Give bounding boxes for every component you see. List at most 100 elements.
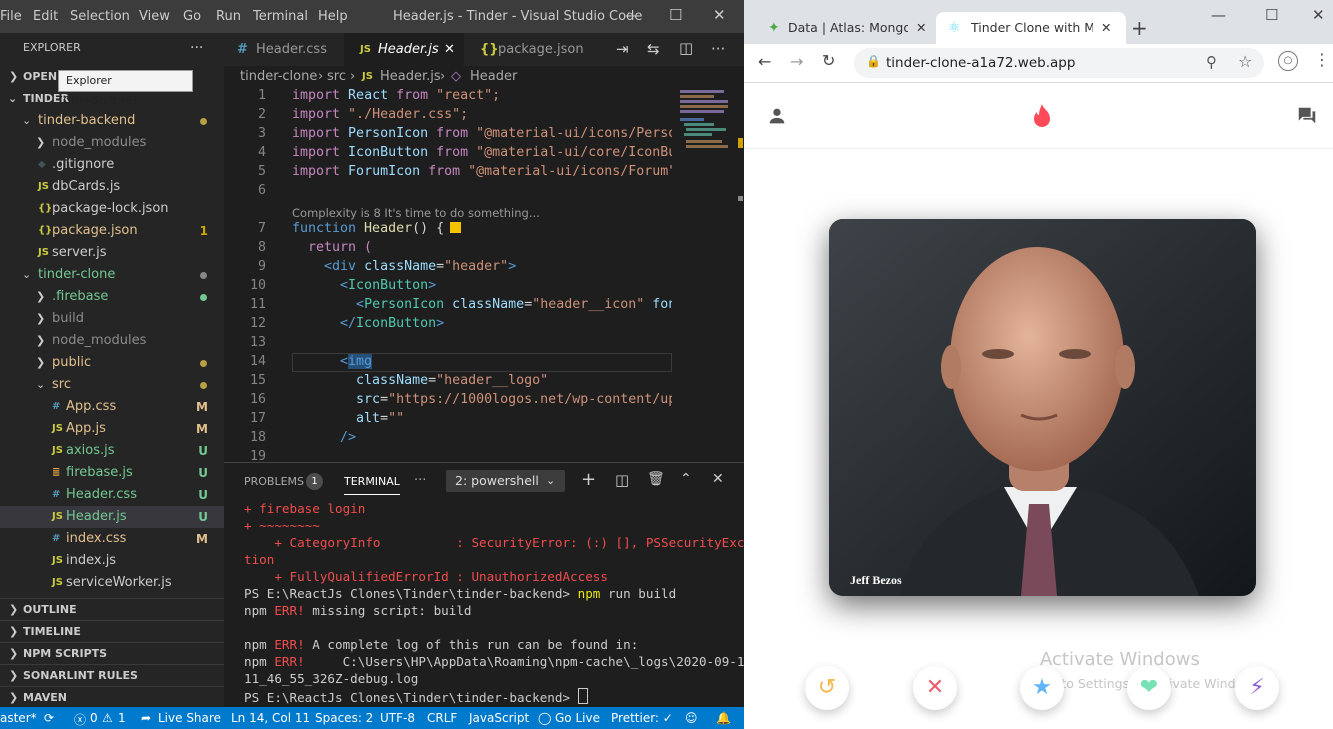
section-outline[interactable]: ❯ OUTLINE [0,598,224,621]
breadcrumb-symbol[interactable]: Header [470,66,517,88]
minimize-icon[interactable]: — [1211,6,1226,24]
tree-item[interactable]: # App.css M [0,396,224,418]
forward-icon[interactable]: → [790,52,803,71]
error-count[interactable]: 0 [90,711,98,725]
replay-button[interactable]: ↺ [805,666,849,710]
new-terminal-icon[interactable]: + [581,469,596,490]
codelens-complexity[interactable]: Complexity is 8 It's time to do somethin… [292,206,540,220]
minimize-icon[interactable]: — [625,6,640,24]
boost-button[interactable]: ⚡ [1235,666,1279,710]
menu-view[interactable]: View [139,9,170,24]
tree-item[interactable]: JS index.js [0,550,224,572]
superlike-button[interactable]: ★ [1020,666,1064,710]
terminal-selector[interactable]: 2: powershell ⌄ [446,470,565,492]
tab-header-js[interactable]: JS Header.js ✕ [344,33,464,66]
extension-icon[interactable]: ○ [1278,51,1298,71]
menu-edit[interactable]: Edit [33,9,58,24]
more-actions-icon[interactable]: ··· [190,37,203,59]
section-npm-scripts[interactable]: ❯ NPM SCRIPTS [0,642,224,665]
tree-item[interactable]: ❯ node_modules [0,132,224,154]
section-maven[interactable]: ❯ MAVEN [0,686,224,709]
prettier-status[interactable]: Prettier: ✓ [611,711,673,725]
tree-item[interactable]: ◆ .gitignore [0,154,224,176]
branch-status[interactable]: aster* [0,711,37,725]
tab-header-css[interactable]: # Header.css [224,33,344,66]
tree-item[interactable]: ⌄ tinder-clone [0,264,224,286]
tree-item[interactable]: JS axios.js U [0,440,224,462]
person-icon[interactable] [766,105,788,127]
tree-item[interactable]: ⌄ tinder-backend [0,110,224,132]
split-editor-icon[interactable]: ◫ [679,39,693,57]
tree-item[interactable]: ≣ firebase.js U [0,462,224,484]
tab-problems[interactable]: PROBLEMS [244,475,304,488]
new-tab-icon[interactable]: + [1131,16,1148,40]
notifications-icon[interactable]: 🔔 [716,711,731,725]
swipe-card[interactable]: Jeff Bezos [829,219,1256,596]
language-mode[interactable]: JavaScript [469,711,529,725]
open-changes-icon[interactable]: ⇥ [616,40,629,58]
tab-tinder-clone[interactable]: ⚛ Tinder Clone with MERN ✕ [936,12,1126,44]
close-icon[interactable]: ✕ [713,6,726,24]
menu-terminal[interactable]: Terminal [253,9,308,24]
forum-icon[interactable] [1296,105,1318,127]
split-terminal-icon[interactable]: ◫ [615,471,629,489]
menu-file[interactable]: File [0,9,22,24]
maximize-icon[interactable]: ☐ [1265,6,1278,24]
line-ending[interactable]: CRLF [427,711,457,725]
breadcrumb-folder[interactable]: tinder-clone [240,66,317,88]
tree-item[interactable]: JS Header.js U [0,506,224,528]
tree-item[interactable]: ❯ .firebase [0,286,224,308]
tree-item[interactable]: ❯ public [0,352,224,374]
tab-mongodb[interactable]: ✦ Data | Atlas: MongoDB ✕ [752,12,936,44]
sync-icon[interactable]: ⟳ [44,711,54,725]
feedback-icon[interactable]: ☺ [685,711,698,725]
back-icon[interactable]: ← [758,52,771,71]
menu-go[interactable]: Go [183,9,201,24]
like-button[interactable]: ❤ [1127,666,1171,710]
close-panel-icon[interactable]: ✕ [712,471,724,487]
tree-item[interactable]: # index.css M [0,528,224,550]
address-bar[interactable]: 🔒 tinder-clone-a1a72.web.app ⚲ ☆ [854,48,1264,78]
compare-icon[interactable]: ⇆ [647,40,660,58]
tab-package-json[interactable]: {} package.json [464,33,599,66]
minimap[interactable] [672,88,744,462]
warning-count[interactable]: 1 [118,711,126,725]
tree-item[interactable]: JS serviceWorker.js [0,572,224,594]
reload-icon[interactable]: ↻ [822,51,835,70]
tree-item[interactable]: ❯ build [0,308,224,330]
tree-item[interactable]: {} package-lock.json [0,198,224,220]
section-timeline[interactable]: ❯ TIMELINE [0,620,224,643]
tree-item[interactable]: ⌄ src [0,374,224,396]
close-tab-icon[interactable]: ✕ [916,12,926,44]
go-live-button[interactable]: Go Live [555,711,600,725]
menu-kebab-icon[interactable]: ⋮ [1314,50,1330,69]
more-actions-icon[interactable]: ··· [414,473,426,488]
zoom-icon[interactable]: ⚲ [1206,53,1217,71]
warnings-icon[interactable]: ⚠ [102,711,113,725]
close-tab-icon[interactable]: ✕ [444,33,455,66]
menu-run[interactable]: Run [216,9,241,24]
cursor-position[interactable]: Ln 14, Col 11 [231,711,310,725]
trash-icon[interactable]: 🗑 [647,471,665,487]
encoding[interactable]: UTF-8 [380,711,415,725]
indentation[interactable]: Spaces: 2 [315,711,373,725]
tree-item[interactable]: JS dbCards.js [0,176,224,198]
tree-item[interactable]: # Header.css U [0,484,224,506]
menu-help[interactable]: Help [318,9,348,24]
tab-terminal[interactable]: TERMINAL [344,475,400,495]
bookmark-star-icon[interactable]: ☆ [1238,52,1252,71]
menu-selection[interactable]: Selection [70,9,130,24]
tree-item[interactable]: JS server.js [0,242,224,264]
section-sonarlint[interactable]: ❯ SONARLINT RULES [0,664,224,687]
code-editor[interactable]: 1 2 3 4 5 6 7 8 9 10 11 12 13 14 15 16 1… [224,88,672,462]
errors-icon[interactable]: ⓧ [74,711,86,728]
tree-item[interactable]: {} package.json 1 [0,220,224,242]
breadcrumb-file[interactable]: Header.js [380,66,441,88]
breadcrumb-src[interactable]: src [327,66,346,88]
tree-item[interactable]: ❯ node_modules [0,330,224,352]
chevron-up-icon[interactable]: ⌃ [680,471,692,487]
close-icon[interactable]: ✕ [1312,6,1325,24]
tree-item[interactable]: JS App.js M [0,418,224,440]
live-share-button[interactable]: Live Share [158,711,221,725]
dislike-button[interactable]: ✕ [913,666,957,710]
